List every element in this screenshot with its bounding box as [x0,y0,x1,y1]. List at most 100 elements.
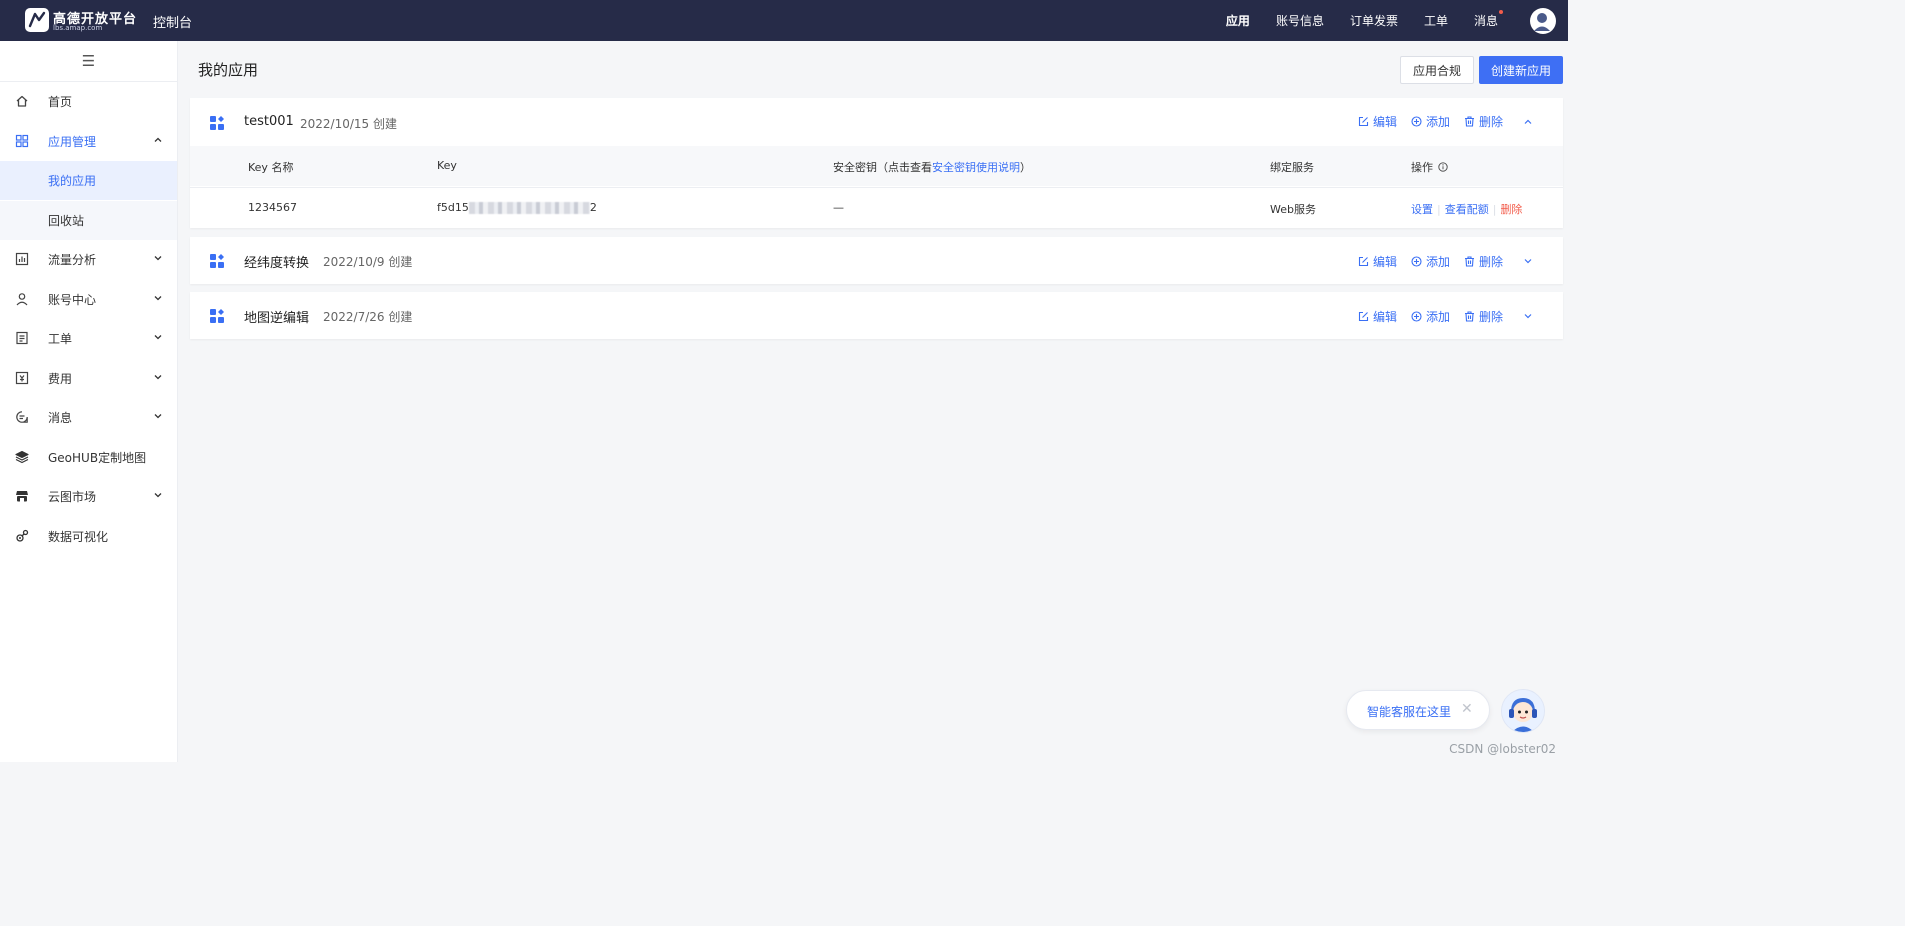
chevron-down-icon[interactable] [1523,311,1533,321]
edit-label: 编辑 [1373,255,1398,269]
edit-button[interactable]: 编辑 [1358,253,1397,270]
app-icon [210,254,224,268]
sidebar-item-account-center[interactable]: 账号中心 [0,280,177,319]
nav-account-info[interactable]: 账号信息 [1276,12,1324,29]
plus-circle-icon [1411,311,1422,322]
ops-cell: 设置 | 查看配额 | 删除 [1411,201,1522,217]
edit-label: 编辑 [1373,115,1398,129]
chevron-up-icon [154,137,162,142]
edit-button[interactable]: 编辑 [1358,113,1397,130]
nav-tickets[interactable]: 工单 [1424,12,1448,29]
chevron-up-icon[interactable] [1523,117,1533,127]
delete-button[interactable]: 删除 [1464,253,1503,270]
layers-icon [15,450,29,464]
sidebar-item-cloud-market[interactable]: 云图市场 [0,477,177,516]
key-suffix: 2 [589,201,597,214]
trash-icon [1465,256,1475,267]
add-button[interactable]: 添加 [1411,113,1450,130]
chevron-down-icon [154,375,162,380]
edit-label: 编辑 [1373,310,1398,324]
bill-icon [15,371,29,385]
header-key-name: Key 名称 [248,161,294,174]
create-app-button[interactable]: 创建新应用 [1479,56,1563,84]
home-icon [16,95,28,107]
app-card-header[interactable]: 经纬度转换 2022/10/9 创建 编辑 添加 删除 [190,237,1563,285]
sidebar-item-traffic-analysis[interactable]: 流量分析 [0,240,177,279]
sidebar-item-label: 流量分析 [48,253,97,267]
amap-logo-icon[interactable] [25,8,49,32]
sidebar-item-home[interactable]: 首页 [0,82,177,121]
sidebar-item-label: 云图市场 [48,490,97,504]
watermark: CSDN @lobster02 [1449,742,1556,756]
table-row: 1234567 f5d15 2 — Web服务 设置 | 查看配额 | 删除 [190,187,1563,229]
close-icon[interactable]: ✕ [1461,701,1473,717]
sidebar-item-fees[interactable]: 费用 [0,359,177,398]
nav-apps[interactable]: 应用 [1226,12,1250,29]
nav-messages[interactable]: 消息 [1474,10,1504,29]
sidebar-item-label: 我的应用 [48,174,97,188]
app-compliance-button[interactable]: 应用合规 [1400,56,1474,84]
key-name-cell: 1234567 [248,201,297,214]
delete-label: 删除 [1479,115,1504,129]
edit-icon [1358,116,1369,127]
add-button[interactable]: 添加 [1411,253,1450,270]
add-label: 添加 [1426,310,1451,324]
app-card-header[interactable]: test001 2022/10/15 创建 编辑 添加 删除 [190,98,1563,146]
info-icon[interactable] [1438,162,1448,172]
ticket-icon [16,331,28,345]
delete-key-link[interactable]: 删除 [1500,203,1522,216]
delete-label: 删除 [1479,255,1504,269]
sidebar-item-data-visualization[interactable]: 数据可视化 [0,517,177,556]
sidebar-item-geohub[interactable]: GeoHUB定制地图 [0,438,177,477]
store-icon [16,491,28,502]
chatbot-avatar-icon[interactable] [1501,689,1545,733]
add-label: 添加 [1426,255,1451,269]
page-title: 我的应用 [198,61,259,79]
chat-prompt-text[interactable]: 智能客服在这里 [1367,703,1451,720]
delete-button[interactable]: 删除 [1464,113,1503,130]
app-created-date: 2022/7/26 创建 [323,310,413,324]
app-card: test001 2022/10/15 创建 编辑 添加 删除 Key 名称 Ke… [190,98,1563,228]
nav-orders-invoices[interactable]: 订单发票 [1350,12,1398,29]
chevron-down-icon[interactable] [1523,256,1533,266]
view-quota-link[interactable]: 查看配额 [1445,203,1489,216]
delete-label: 删除 [1479,310,1504,324]
secret-cell: — [833,201,844,214]
add-label: 添加 [1426,115,1451,129]
app-created-date: 2022/10/9 创建 [323,255,413,269]
chat-prompt: 智能客服在这里 ✕ [1346,690,1490,730]
user-avatar[interactable] [1530,8,1556,34]
delete-button[interactable]: 删除 [1464,308,1503,325]
sidebar-item-messages[interactable]: 消息 [0,398,177,437]
console-title: 控制台 [153,16,193,31]
plus-circle-icon [1411,256,1422,267]
chevron-down-icon [154,256,162,261]
sidebar-item-tickets[interactable]: 工单 [0,319,177,358]
sidebar-item-my-apps[interactable]: 我的应用 [0,161,177,200]
sidebar-item-label: GeoHUB定制地图 [48,451,147,465]
add-button[interactable]: 添加 [1411,308,1450,325]
app-created-date: 2022/10/15 创建 [300,117,397,131]
chevron-down-icon [154,493,162,498]
settings-link[interactable]: 设置 [1411,203,1433,216]
top-bar: 高德开放平台 lbs.amap.com 控制台 应用 账号信息 订单发票 工单 … [0,0,1568,41]
app-name: test001 [244,114,294,129]
sidebar-item-label: 数据可视化 [48,530,109,544]
chart-icon [15,252,29,266]
chevron-down-icon [154,296,162,301]
menu-toggle-icon[interactable]: ☰ [0,41,177,82]
secret-help-link[interactable]: 安全密钥使用说明 [932,161,1020,174]
key-prefix: f5d15 [437,201,469,214]
edit-button[interactable]: 编辑 [1358,308,1397,325]
header-ops-label: 操作 [1411,161,1433,174]
plus-circle-icon [1411,116,1422,127]
sidebar-item-recycle-bin[interactable]: 回收站 [0,201,177,240]
app-actions: 编辑 添加 删除 [1358,308,1503,325]
app-name: 地图逆编辑 [244,311,310,326]
app-name: 经纬度转换 [244,256,310,271]
sidebar-item-app-management[interactable]: 应用管理 [0,122,177,161]
chevron-down-icon [154,414,162,419]
app-card-header[interactable]: 地图逆编辑 2022/7/26 创建 编辑 添加 删除 [190,292,1563,340]
key-table-header: Key 名称 Key 安全密钥（点击查看安全密钥使用说明） 绑定服务 操作 [190,146,1563,186]
app-icon [210,309,224,323]
